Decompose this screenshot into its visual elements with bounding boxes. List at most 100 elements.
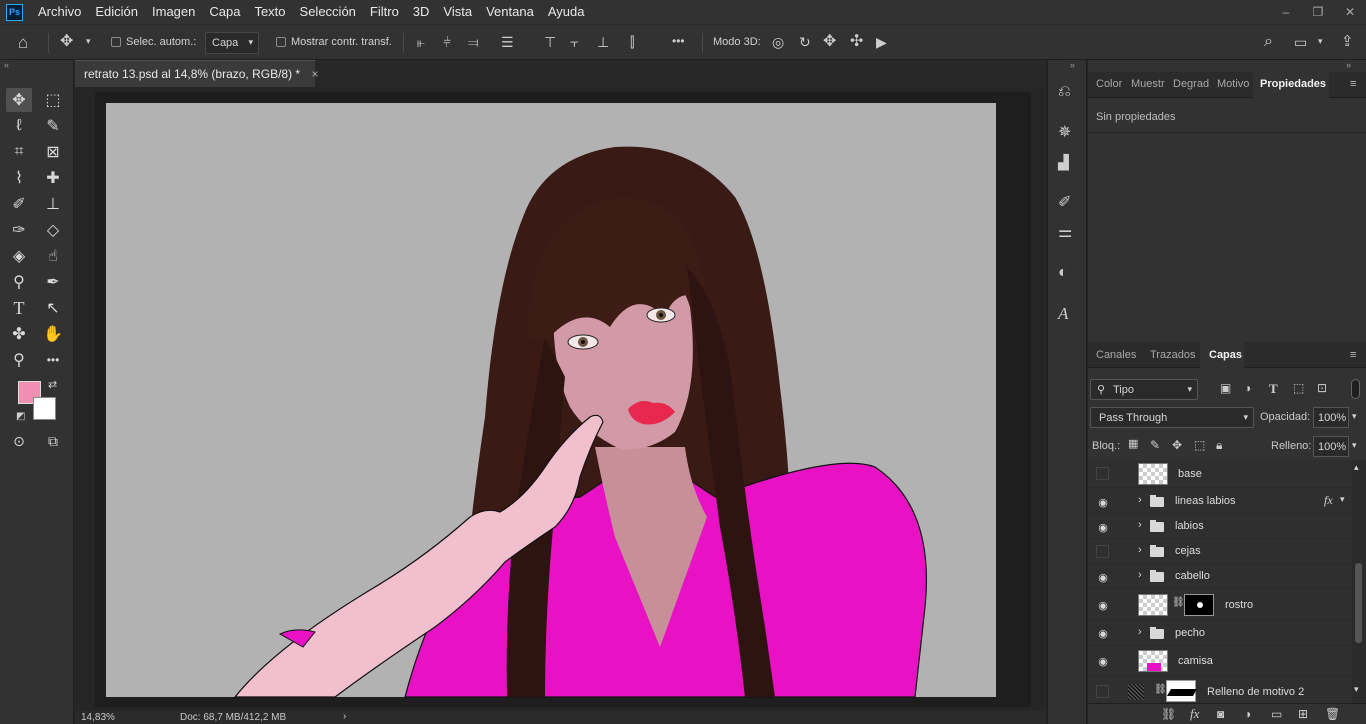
close-tab-icon[interactable]: ×: [311, 67, 318, 81]
new-group-icon[interactable]: ▭: [1271, 708, 1282, 720]
distribute-vertical-icon[interactable]: ⫿: [630, 35, 634, 49]
eye-icon[interactable]: ◉: [1096, 570, 1110, 584]
visibility-toggle-off[interactable]: [1096, 685, 1109, 698]
search-icon[interactable]: ⌕: [1264, 34, 1273, 50]
background-color-swatch[interactable]: [33, 397, 56, 420]
swap-colors-icon[interactable]: ⇄: [48, 378, 57, 391]
chevron-down-icon[interactable]: ▾: [86, 37, 91, 46]
chevron-up-icon[interactable]: ▴: [1354, 462, 1359, 473]
menu-vista[interactable]: Vista: [436, 0, 479, 24]
eye-icon[interactable]: ◉: [1096, 626, 1110, 640]
link-layers-icon[interactable]: ⛓: [1161, 708, 1176, 720]
character-panel-icon[interactable]: A: [1058, 305, 1068, 322]
panel-menu-icon[interactable]: ≡: [1350, 78, 1356, 90]
slide-3d-icon[interactable]: ✣: [850, 34, 863, 50]
align-hcenter-icon[interactable]: ⫩: [443, 35, 451, 49]
dodge-tool-icon[interactable]: ⚲: [6, 270, 32, 294]
distribute-icon[interactable]: ☰: [501, 35, 514, 49]
document-size-info[interactable]: Doc: 68,7 MB/412,2 MB: [180, 712, 286, 723]
marquee-tool-icon[interactable]: ⬚: [40, 88, 66, 112]
layer-filter-select[interactable]: ⚲ Tipo ▾: [1090, 379, 1198, 400]
delete-layer-icon[interactable]: 🗑︎: [1325, 708, 1340, 720]
lasso-tool-icon[interactable]: ℓ: [6, 114, 32, 138]
workspace-icon[interactable]: ▭: [1294, 35, 1307, 49]
smudge-tool-icon[interactable]: ☝: [40, 244, 66, 268]
menu-archivo[interactable]: Archivo: [31, 0, 88, 24]
filter-adjustment-icon[interactable]: ◑: [1244, 382, 1251, 394]
chevron-right-icon[interactable]: ›: [1138, 519, 1142, 531]
hand-tool-icon[interactable]: ✋: [40, 322, 66, 346]
chevron-right-icon[interactable]: ›: [1138, 494, 1142, 506]
layer-row-base[interactable]: base: [1088, 460, 1352, 488]
align-bottom-icon[interactable]: ⊥: [597, 35, 609, 49]
layers-scrollbar[interactable]: ▴ ▾: [1352, 460, 1366, 703]
layer-mask-thumbnail[interactable]: [1166, 680, 1198, 702]
lock-position-icon[interactable]: ✥: [1172, 439, 1182, 451]
layer-row-cejas[interactable]: › cejas: [1088, 539, 1352, 564]
menu-capa[interactable]: Capa: [202, 0, 247, 24]
document-tab[interactable]: retrato 13.psd al 14,8% (brazo, RGB/8) *…: [75, 60, 318, 87]
eye-icon[interactable]: ◉: [1096, 520, 1110, 534]
menu-3d[interactable]: 3D: [406, 0, 437, 24]
layer-row-cabello[interactable]: ◉ › cabello: [1088, 564, 1352, 589]
tab-layers[interactable]: Capas: [1200, 342, 1244, 368]
move-tool-icon[interactable]: ✥: [60, 34, 73, 50]
filter-pixel-icon[interactable]: ▣: [1220, 382, 1231, 394]
opacity-input[interactable]: 100%: [1313, 407, 1349, 428]
lock-transparency-icon[interactable]: ▦: [1128, 439, 1138, 450]
collapse-icon[interactable]: «: [4, 60, 9, 70]
paint-bucket-tool-icon[interactable]: ◈: [6, 244, 32, 268]
visibility-toggle-off[interactable]: [1096, 545, 1109, 558]
lock-artboard-icon[interactable]: ⬚: [1194, 439, 1205, 451]
align-vcenter-icon[interactable]: ⫟: [570, 35, 578, 49]
type-tool-icon[interactable]: T: [6, 296, 32, 320]
brush-tool-icon[interactable]: ✐: [6, 192, 32, 216]
menu-seleccion[interactable]: Selección: [293, 0, 363, 24]
menu-imagen[interactable]: Imagen: [145, 0, 202, 24]
navigator-panel-icon[interactable]: ✵: [1058, 125, 1071, 141]
eye-icon[interactable]: ◉: [1096, 654, 1110, 668]
filter-smart-object-icon[interactable]: ⊡: [1317, 382, 1327, 394]
menu-ventana[interactable]: Ventana: [479, 0, 541, 24]
lock-pixels-icon[interactable]: ✎: [1150, 439, 1160, 451]
show-transform-checkbox[interactable]: [276, 37, 286, 47]
scrollbar-thumb[interactable]: [1355, 563, 1362, 643]
eyedropper-tool-icon[interactable]: ⌇: [6, 166, 32, 190]
chevron-down-icon[interactable]: ▾: [1340, 494, 1345, 505]
new-layer-icon[interactable]: ⊞: [1298, 708, 1308, 720]
roll-3d-icon[interactable]: ↻: [799, 35, 811, 49]
chevron-down-icon[interactable]: ▾: [1352, 411, 1357, 422]
menu-filtro[interactable]: Filtro: [363, 0, 406, 24]
canvas-viewport[interactable]: [75, 87, 1046, 711]
new-adjustment-icon[interactable]: ◑: [1244, 708, 1251, 720]
layer-row-camisa[interactable]: ◉ camisa: [1088, 646, 1352, 676]
tab-properties[interactable]: Propiedades: [1253, 72, 1329, 98]
move-tool-icon[interactable]: ✥: [6, 88, 32, 112]
frame-tool-icon[interactable]: ⊠: [40, 140, 66, 164]
align-top-icon[interactable]: ⊤: [544, 35, 556, 49]
filter-type-icon[interactable]: T: [1269, 382, 1278, 395]
add-style-icon[interactable]: fx: [1190, 707, 1199, 720]
minimize-button[interactable]: –: [1270, 0, 1302, 24]
panel-menu-icon[interactable]: ≡: [1350, 349, 1356, 361]
pen-tool-icon[interactable]: ✒: [40, 270, 66, 294]
tab-paths[interactable]: Trazados: [1150, 349, 1195, 361]
orbit-3d-icon[interactable]: ◎: [772, 35, 784, 49]
tab-patterns[interactable]: Motivo: [1217, 78, 1249, 90]
path-select-tool-icon[interactable]: ↖: [40, 296, 66, 320]
blend-mode-select[interactable]: Pass Through ▾: [1090, 407, 1254, 428]
menu-texto[interactable]: Texto: [247, 0, 292, 24]
chevron-down-icon[interactable]: ▾: [1354, 684, 1359, 695]
more-tools-icon[interactable]: •••: [40, 348, 66, 372]
pan-3d-icon[interactable]: ✥: [823, 34, 836, 50]
eraser-tool-icon[interactable]: ◇: [40, 218, 66, 242]
close-button[interactable]: ✕: [1334, 0, 1366, 24]
history-panel-icon[interactable]: ⎌: [1058, 84, 1071, 100]
layer-row-pecho[interactable]: ◉ › pecho: [1088, 620, 1352, 646]
auto-select-target-select[interactable]: Capa ▾: [205, 32, 259, 54]
camera-3d-icon[interactable]: ▶: [876, 35, 887, 49]
tab-channels[interactable]: Canales: [1096, 349, 1136, 361]
chevron-down-icon[interactable]: ▾: [1352, 440, 1357, 451]
expand-icon[interactable]: »: [1070, 60, 1075, 70]
filter-shape-icon[interactable]: ⬚: [1293, 382, 1304, 394]
